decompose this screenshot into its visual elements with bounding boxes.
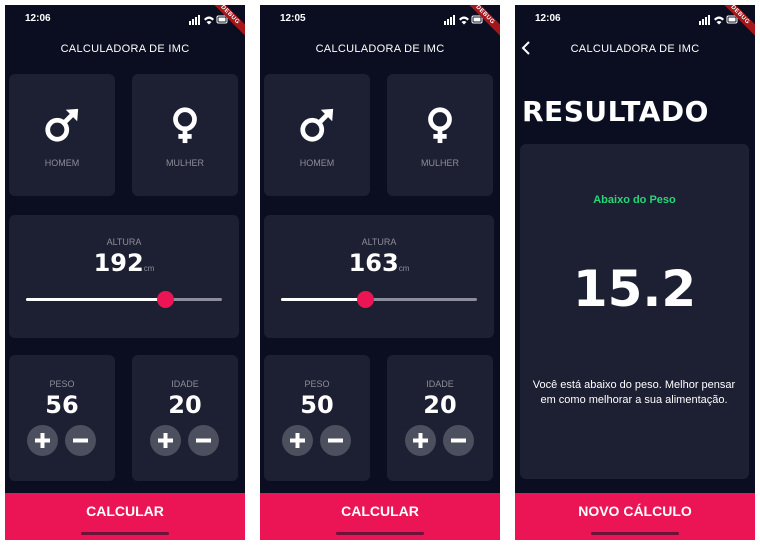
plus-icon: [35, 433, 50, 448]
result-heading: RESULTADO: [522, 95, 709, 128]
height-value-row: 192cm: [9, 249, 239, 277]
plus-icon: [158, 433, 173, 448]
slider-thumb[interactable]: [357, 291, 375, 308]
weight-plus-button[interactable]: [27, 425, 58, 456]
age-plus-button[interactable]: [150, 425, 181, 456]
height-value: 192: [93, 249, 144, 277]
app-title: CALCULADORA DE IMC: [570, 43, 700, 55]
male-label: HOMEM: [299, 158, 335, 168]
slider-fill: [26, 298, 166, 301]
age-minus-button[interactable]: [443, 425, 474, 456]
weight-minus-button[interactable]: [65, 425, 96, 456]
weight-label: PESO: [49, 379, 75, 389]
home-indicator: [336, 532, 424, 535]
age-plus-button[interactable]: [405, 425, 436, 456]
screen-result: 12:06 DEBUG CALCULADORA DE IMC RESULTADO…: [515, 5, 755, 540]
male-card[interactable]: HOMEM: [9, 74, 115, 196]
calculate-label: CALCULAR: [341, 503, 419, 519]
status-time: 12:06: [535, 13, 561, 24]
slider-fill: [281, 298, 366, 301]
age-label: IDADE: [171, 379, 199, 389]
weight-value: 56: [45, 391, 79, 419]
female-card[interactable]: MULHER: [387, 74, 493, 196]
female-card[interactable]: MULHER: [132, 74, 238, 196]
weight-plus-button[interactable]: [282, 425, 313, 456]
weight-card: PESO 50: [264, 355, 370, 481]
height-card: ALTURA 163cm: [264, 215, 494, 338]
status-bar: 12:05: [260, 13, 500, 29]
weight-value: 50: [300, 391, 334, 419]
status-bar: 12:06: [5, 13, 245, 29]
minus-icon: [328, 438, 343, 443]
female-icon: [132, 106, 238, 149]
height-unit: cm: [398, 264, 410, 273]
slider-thumb[interactable]: [157, 291, 175, 308]
male-label: HOMEM: [44, 158, 80, 168]
status-time: 12:06: [25, 13, 51, 24]
female-label: MULHER: [165, 158, 204, 168]
height-label: ALTURA: [361, 237, 397, 247]
result-card: Abaixo do Peso 15.2 Você está abaixo do …: [520, 144, 749, 479]
status-icons: [189, 15, 228, 25]
age-value: 20: [423, 391, 457, 419]
female-icon: [387, 106, 493, 149]
age-minus-button[interactable]: [188, 425, 219, 456]
weight-label: PESO: [304, 379, 330, 389]
male-icon: [264, 106, 370, 149]
age-card: IDADE 20: [132, 355, 238, 481]
screen-calculator-1: 12:06 DEBUG CALCULADORA DE IMC HOMEM MUL…: [5, 5, 245, 540]
plus-icon: [290, 433, 305, 448]
status-time: 12:05: [280, 13, 306, 24]
screen-calculator-2: 12:05 DEBUG CALCULADORA DE IMC HOMEM MUL…: [260, 5, 500, 540]
app-title: CALCULADORA DE IMC: [315, 43, 445, 55]
calculate-button[interactable]: CALCULAR: [5, 493, 245, 540]
weight-card: PESO 56: [9, 355, 115, 481]
minus-icon: [73, 438, 88, 443]
new-calculation-button[interactable]: NOVO CÁLCULO: [515, 493, 755, 540]
height-card: ALTURA 192cm: [9, 215, 239, 338]
height-value-row: 163cm: [264, 249, 494, 277]
age-card: IDADE 20: [387, 355, 493, 481]
new-calculation-label: NOVO CÁLCULO: [578, 503, 692, 519]
height-unit: cm: [143, 264, 155, 273]
bmi-value: 15.2: [572, 260, 697, 318]
height-label: ALTURA: [106, 237, 142, 247]
home-indicator: [81, 532, 169, 535]
status-icons: [699, 15, 738, 25]
female-label: MULHER: [420, 158, 459, 168]
male-icon: [9, 106, 115, 149]
minus-icon: [451, 438, 466, 443]
age-label: IDADE: [426, 379, 454, 389]
calculate-label: CALCULAR: [86, 503, 164, 519]
height-slider[interactable]: [26, 291, 222, 308]
age-value: 20: [168, 391, 202, 419]
height-slider[interactable]: [281, 291, 477, 308]
plus-icon: [413, 433, 428, 448]
status-bar: 12:06: [515, 13, 755, 29]
weight-minus-button[interactable]: [320, 425, 351, 456]
app-title: CALCULADORA DE IMC: [60, 43, 190, 55]
calculate-button[interactable]: CALCULAR: [260, 493, 500, 540]
status-icons: [444, 15, 483, 25]
home-indicator: [591, 532, 679, 535]
result-status: Abaixo do Peso: [593, 194, 676, 206]
male-card[interactable]: HOMEM: [264, 74, 370, 196]
result-message: Você está abaixo do peso. Melhor pensar …: [532, 379, 736, 406]
height-value: 163: [348, 249, 399, 277]
minus-icon: [196, 438, 211, 443]
